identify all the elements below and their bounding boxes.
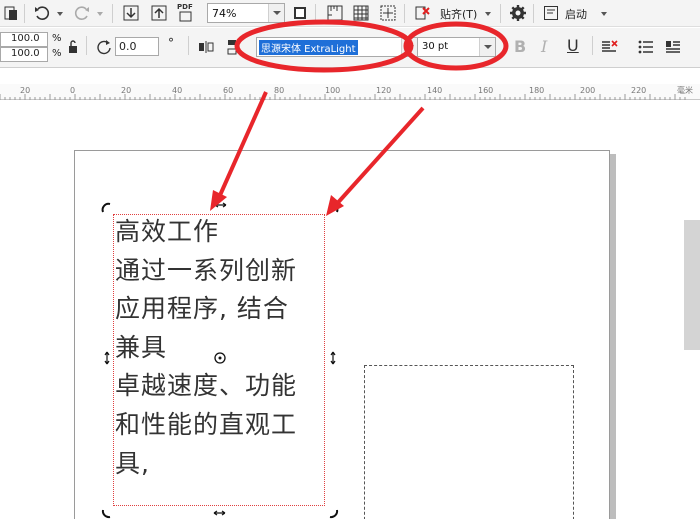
rotate-icon (95, 38, 113, 56)
ruler-label: 160 (478, 86, 493, 95)
grid-icon[interactable] (352, 4, 370, 22)
text-align-icon[interactable] (601, 38, 619, 56)
underline-button[interactable]: U (567, 36, 579, 55)
scale-width-input[interactable]: 100.0 (0, 32, 48, 47)
text-line[interactable]: 兼具 (115, 329, 345, 368)
rotation-angle-input[interactable]: 0.0 (115, 37, 159, 56)
font-family-value: 思源宋体 ExtraLight (259, 40, 358, 55)
height-percent-symbol: % (52, 48, 62, 59)
ruler-label: 20 (121, 86, 131, 95)
ruler-toggle-icon[interactable] (326, 4, 344, 22)
snap-to-menu[interactable]: 贴齐(T) (440, 6, 477, 22)
scale-height-input[interactable]: 100.0 (0, 47, 48, 62)
bullet-list-icon[interactable] (637, 38, 655, 56)
toolbar-separator (592, 36, 593, 55)
mirror-vertical-icon[interactable] (223, 38, 241, 56)
vertical-scrollbar-thumb[interactable] (684, 220, 700, 350)
text-line[interactable]: 卓越速度、功能 (115, 367, 345, 406)
scale-width-value: 100.0 (11, 33, 40, 44)
font-size-combo[interactable]: 30 pt (417, 37, 496, 57)
font-family-combo[interactable]: 思源宋体 ExtraLight (256, 37, 418, 57)
import-icon[interactable] (122, 4, 140, 22)
text-line[interactable]: 和性能的直观工 (115, 406, 345, 445)
ruler-ticks: 20 0 20 40 60 80 100 120 140 160 180 200 220 毫米 (0, 85, 693, 100)
ruler-label: 200 (580, 86, 595, 95)
toolbar-separator (112, 4, 113, 23)
clipboard-icon[interactable] (2, 4, 20, 22)
font-size-value: 30 pt (422, 41, 449, 52)
standard-toolbar: PDF 74% 贴齐(T) 启动 (0, 0, 700, 27)
degree-symbol: ° (168, 36, 174, 50)
drop-cap-icon[interactable] (664, 38, 682, 56)
undo-dropdown-icon[interactable] (57, 12, 63, 16)
ruler-label: 140 (427, 86, 442, 95)
redo-icon[interactable] (73, 4, 91, 22)
paragraph-text[interactable]: 高效工作 通过一系列创新 应用程序, 结合 兼具 卓越速度、功能 和性能的直观工 具, (115, 213, 345, 483)
application-launcher-icon[interactable] (542, 4, 560, 22)
ruler-unit-label: 毫米 (677, 85, 693, 95)
drawing-canvas[interactable]: 高效工作 通过一系列创新 应用程序, 结合 兼具 卓越速度、功能 和性能的直观工 具, (0, 101, 700, 519)
ruler-label: 60 (223, 86, 233, 95)
bold-button[interactable]: B (514, 37, 526, 56)
dashed-frame[interactable] (364, 365, 574, 519)
text-line[interactable]: 通过一系列创新 (115, 252, 345, 291)
ruler-label: 220 (631, 86, 646, 95)
snap-dropdown-icon[interactable] (485, 12, 491, 16)
toolbar-separator (500, 4, 501, 23)
ruler-label: 40 (172, 86, 182, 95)
redo-dropdown-icon[interactable] (97, 12, 103, 16)
toolbar-separator (86, 36, 87, 55)
launch-dropdown-icon[interactable] (601, 12, 607, 16)
text-line[interactable]: 应用程序, 结合 (115, 290, 345, 329)
lock-ratio-icon[interactable] (64, 38, 82, 56)
page-shadow (610, 154, 616, 519)
zoom-level-value: 74% (212, 7, 237, 20)
scale-height-value: 100.0 (11, 48, 40, 59)
gear-icon[interactable] (509, 4, 527, 22)
italic-button[interactable]: I (541, 37, 547, 56)
text-line[interactable]: 具, (115, 445, 345, 484)
horizontal-ruler[interactable]: 20 0 20 40 60 80 100 120 140 160 180 200 220 毫米 (0, 84, 700, 100)
toolbar-separator (533, 4, 534, 23)
width-percent-symbol: % (52, 33, 62, 44)
publish-pdf-icon[interactable]: PDF (176, 3, 196, 23)
undo-icon[interactable] (33, 4, 51, 22)
chevron-down-icon[interactable] (479, 38, 495, 56)
toolbar-separator (315, 4, 316, 23)
rotation-angle-value: 0.0 (119, 40, 137, 53)
ruler-label: 0 (70, 86, 75, 95)
guidelines-icon[interactable] (379, 4, 397, 22)
ruler-label: 120 (376, 86, 391, 95)
snap-off-icon[interactable] (413, 4, 431, 22)
toolbar-separator (404, 4, 405, 23)
ruler-label: 100 (325, 86, 340, 95)
chevron-down-icon[interactable] (268, 4, 284, 22)
chevron-down-icon[interactable] (401, 38, 417, 56)
toolbar-separator (188, 36, 189, 55)
export-icon[interactable] (150, 4, 168, 22)
launch-menu[interactable]: 启动 (565, 6, 587, 22)
text-line[interactable]: 高效工作 (115, 213, 345, 252)
toolbar-separator (24, 4, 25, 23)
snap-to-label: 贴齐(T) (440, 8, 478, 21)
launch-label: 启动 (565, 8, 587, 21)
mirror-horizontal-icon[interactable] (197, 38, 215, 56)
zoom-level-combo[interactable]: 74% (207, 3, 285, 23)
ruler-label: 180 (529, 86, 544, 95)
property-bar: 100.0 100.0 % % 0.0 ° 思源宋体 ExtraLight 30… (0, 28, 700, 68)
ruler-label: 80 (274, 86, 284, 95)
ruler-label: 20 (20, 86, 30, 95)
full-screen-icon[interactable] (291, 4, 309, 22)
